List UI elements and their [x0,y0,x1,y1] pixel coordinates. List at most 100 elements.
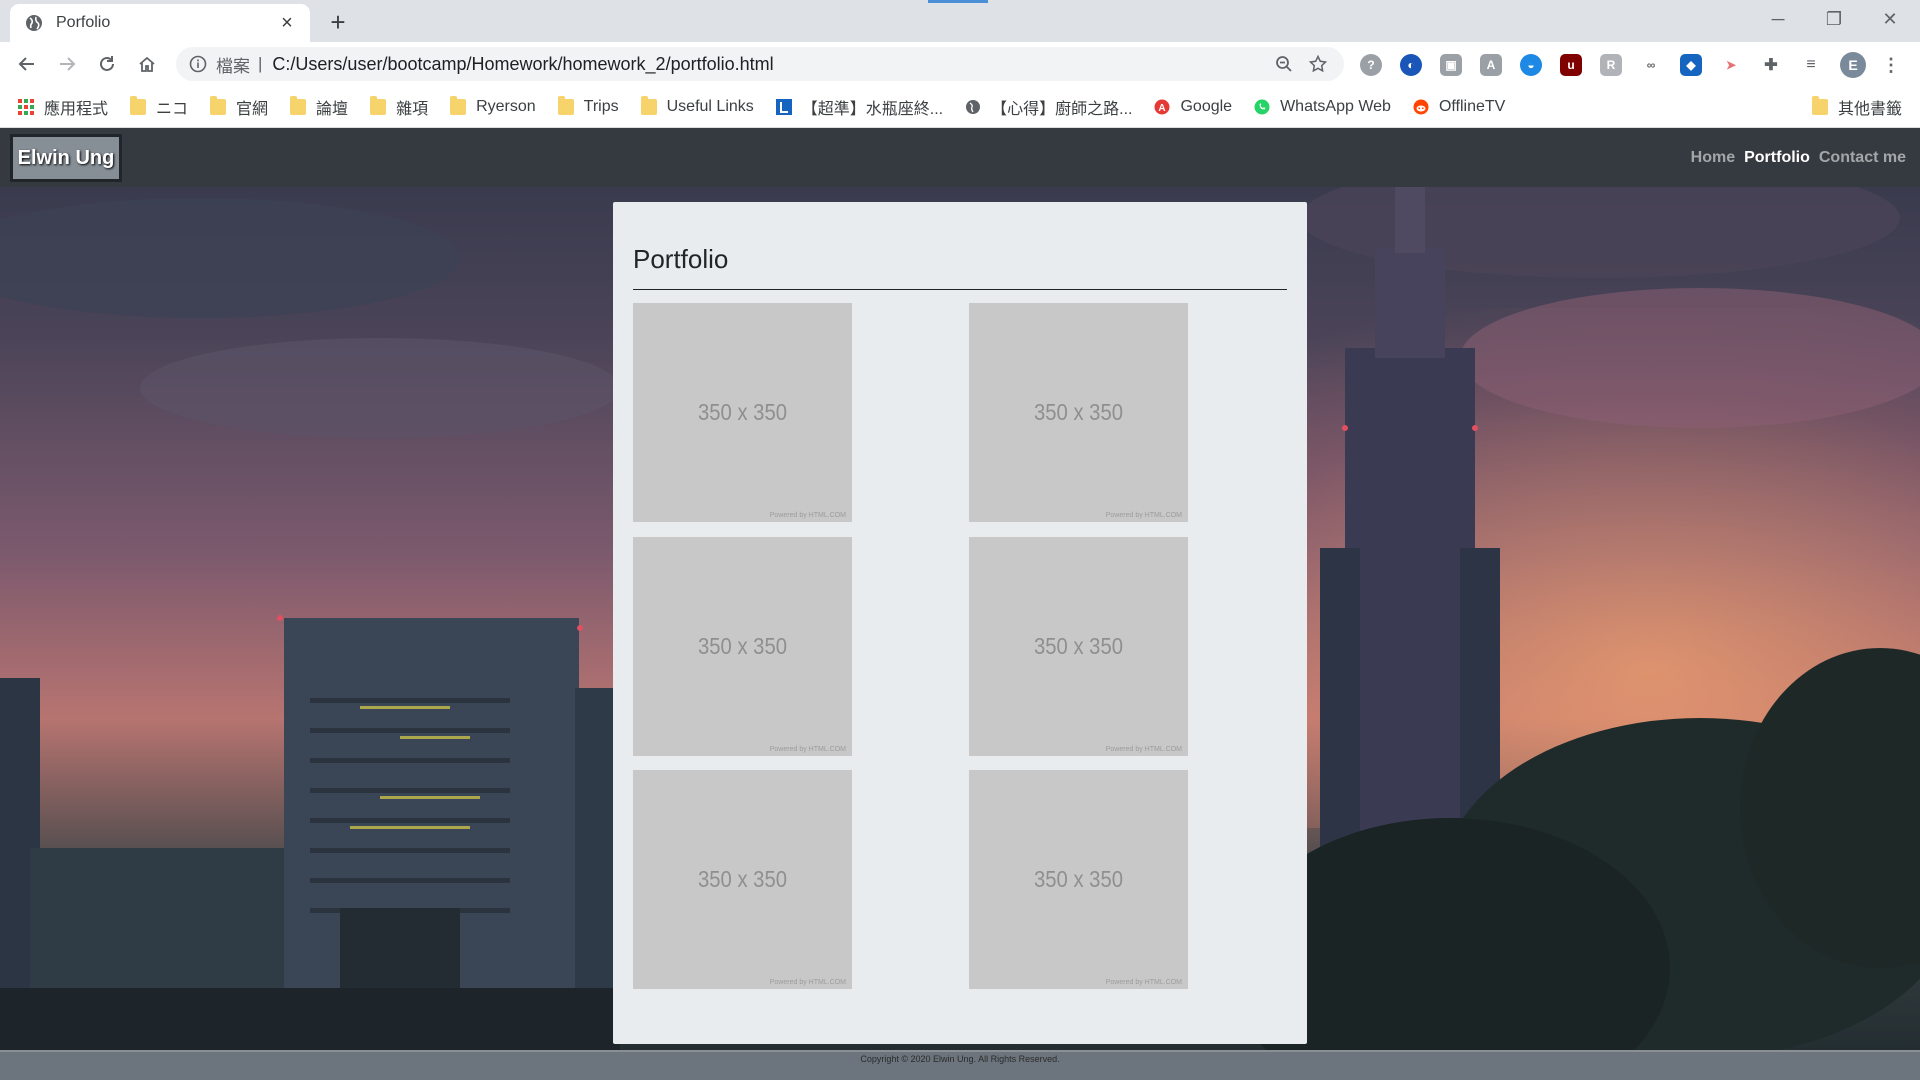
bookmark-label: 官網 [236,100,269,118]
bookmark-item[interactable]: Ryerson [450,95,536,116]
placeholder-size-label: 350 x 350 [698,633,787,659]
address-bar[interactable]: 檔案 | C:/Users/user/bootcamp/Homework/hom… [176,47,1344,81]
title-divider [633,289,1287,290]
new-tab-button[interactable]: + [322,6,354,38]
placeholder-credit: Powered by HTML.COM [1105,979,1182,986]
bookmark-label: Trips [583,97,619,115]
footer-copyright: Copyright © 2020 Elwin Ung. All Rights R… [860,1054,1060,1064]
bookmark-item[interactable]: 應用程式 [18,95,108,119]
arrow-extension-icon[interactable]: ➤ [1720,54,1742,76]
bookmark-item[interactable]: Useful Links [640,95,754,116]
pdf-extension-icon[interactable]: A [1480,54,1502,76]
folder-icon [1811,96,1828,115]
bookmark-item[interactable]: ニコ [130,95,188,119]
svg-text:A: A [1159,103,1166,114]
profile-avatar[interactable]: E [1840,52,1866,78]
bookmark-label: 論壇 [316,100,349,118]
bookmark-label: 【心得】廚師之路... [991,100,1133,118]
close-window-icon[interactable]: ✕ [1862,0,1918,38]
ublock-extension-icon[interactable]: u [1560,54,1582,76]
placeholder-credit: Powered by HTML.COM [1105,512,1182,519]
back-arrow-icon[interactable] [12,49,42,79]
browser-toolbar: 檔案 | C:/Users/user/bootcamp/Homework/hom… [0,42,1920,86]
help-extension-icon[interactable]: ? [1360,54,1382,76]
placeholder-credit: Powered by HTML.COM [769,979,846,986]
folder-icon [450,95,467,115]
zoom-icon[interactable] [1270,50,1298,78]
translate-extension-icon[interactable]: R [1600,54,1622,76]
bookmark-item[interactable]: OfflineTV [1413,98,1505,116]
bookmark-star-icon[interactable] [1304,50,1332,78]
bookmark-item[interactable]: 雜項 [370,95,428,119]
other-bookmarks-folder[interactable]: 其他書籤 [1811,86,1902,128]
folder-icon [130,95,147,115]
tab-search-indicator [928,0,988,3]
google-icon: A [1154,99,1170,115]
placeholder-size-label: 350 x 350 [1034,399,1123,425]
bookmark-label: 應用程式 [44,100,109,118]
earth-extension-icon[interactable]: ◒ [1520,54,1542,76]
whatsapp-icon [1254,99,1270,115]
nav-link-portfolio[interactable]: Portfolio [1744,149,1810,167]
forward-arrow-icon[interactable] [52,49,82,79]
page-title: Portfolio [633,244,729,274]
nav-link-contact[interactable]: Contact me [1819,149,1906,167]
folder-icon [210,95,227,115]
bookmark-item[interactable]: Trips [557,95,619,116]
placeholder-size-label: 350 x 350 [1034,633,1123,659]
browser-tab-portfolio[interactable]: Porfolio × [10,4,310,42]
bookmark-item[interactable]: 論壇 [290,95,348,119]
portfolio-thumbnail-4[interactable]: 350 x 350 Powered by HTML.COM [969,537,1188,756]
bookmark-label: OfflineTV [1438,97,1506,115]
tab-title: Porfolio [56,14,111,31]
cycle-extension-icon[interactable]: ∞ [1640,54,1662,76]
site-brand-logo[interactable]: Elwin Ung [10,134,122,182]
restore-window-icon[interactable]: ❐ [1806,0,1862,38]
reload-icon[interactable] [92,49,122,79]
globe-extension-icon[interactable]: ◐ [1400,54,1422,76]
placeholder-credit: Powered by HTML.COM [1105,746,1182,753]
nav-link-home[interactable]: Home [1691,149,1735,167]
bookmarks-bar: 應用程式 ニコ 官網 論壇 雜項 Ryerson Trips Useful Links 【超準】… [0,86,1920,128]
portfolio-thumbnail-5[interactable]: 350 x 350 Powered by HTML.COM [633,770,852,989]
bookmark-label: Ryerson [476,97,536,115]
portfolio-thumbnail-1[interactable]: 350 x 350 Powered by HTML.COM [633,303,852,522]
home-icon[interactable] [132,49,162,79]
bookmark-item[interactable]: 【心得】廚師之路... [965,95,1132,119]
reddit-icon [1413,99,1429,115]
page-viewport: Elwin Ung Home Portfolio Contact me Port… [0,128,1920,1080]
site-info-icon[interactable] [188,54,208,74]
bookmark-label: Useful Links [666,97,754,115]
placeholder-size-label: 350 x 350 [698,866,787,892]
extensions-puzzle-icon[interactable]: ✚ [1760,54,1782,76]
globe-icon [965,99,981,115]
folder-icon [370,95,387,115]
url-text[interactable]: C:/Users/user/bootcamp/Homework/homework… [272,54,1264,75]
placeholder-credit: Powered by HTML.COM [769,746,846,753]
media-queue-icon[interactable]: ≡ [1800,54,1822,76]
tab-strip: Porfolio × + ─ ❐ ✕ [0,0,1920,42]
bag-extension-icon[interactable]: ▣ [1440,54,1462,76]
portfolio-thumbnail-3[interactable]: 350 x 350 Powered by HTML.COM [633,537,852,756]
minimize-window-icon[interactable]: ─ [1750,0,1806,38]
bookmark-label: Google [1180,97,1233,115]
folder-icon [640,95,657,115]
site-navbar: Elwin Ung Home Portfolio Contact me [0,128,1920,187]
portfolio-thumbnail-2[interactable]: 350 x 350 Powered by HTML.COM [969,303,1188,522]
placeholder-credit: Powered by HTML.COM [769,512,846,519]
globe-icon [24,13,44,33]
l-site-icon [775,98,792,115]
bookmark-item[interactable]: WhatsApp Web [1254,98,1391,116]
bookmark-item[interactable]: A Google [1154,98,1232,116]
close-tab-icon[interactable]: × [276,13,298,33]
placeholder-size-label: 350 x 350 [698,399,787,425]
folder-icon [290,95,307,115]
more-menu-icon[interactable]: ⋮ [1880,54,1902,76]
shield-extension-icon[interactable]: ◆ [1680,54,1702,76]
site-nav-links: Home Portfolio Contact me [1682,128,1906,187]
bookmark-item[interactable]: 官網 [210,95,268,119]
bookmark-item[interactable]: 【超準】水瓶座終... [775,95,943,119]
folder-icon [557,95,574,115]
portfolio-thumbnail-6[interactable]: 350 x 350 Powered by HTML.COM [969,770,1188,989]
bookmark-label: ニコ [156,100,189,118]
